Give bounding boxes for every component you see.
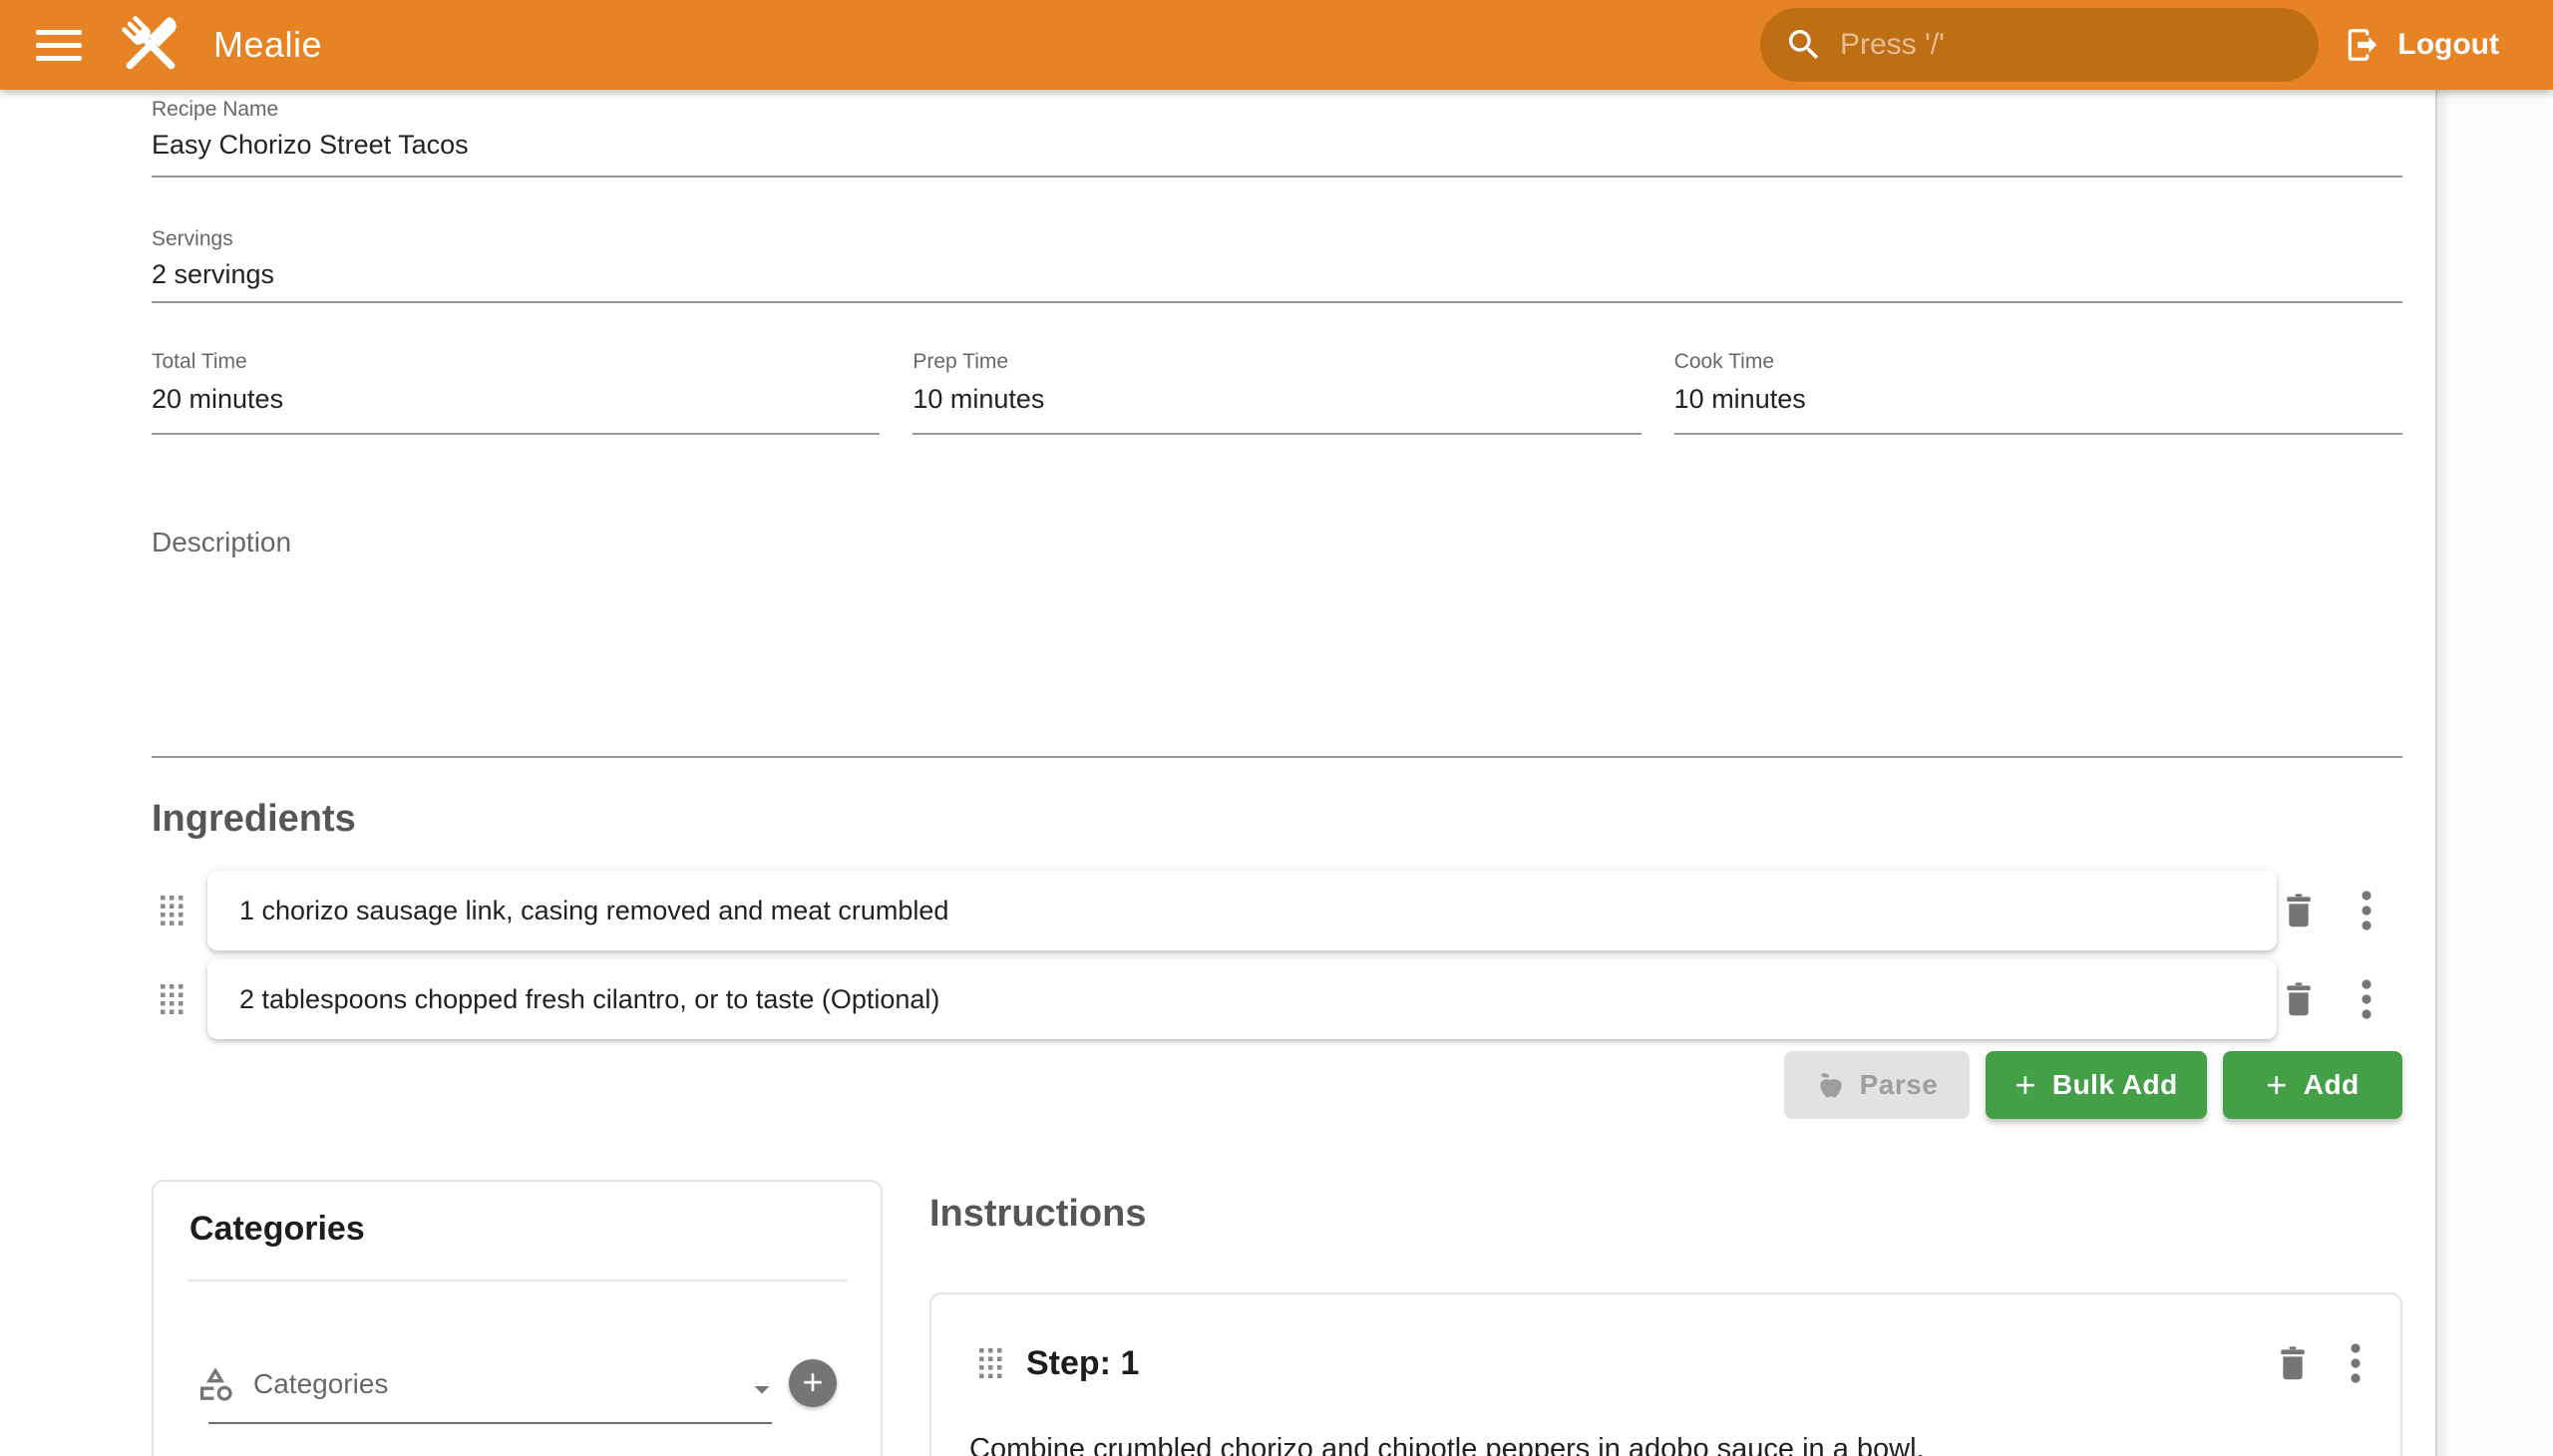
- categories-card-title: Categories: [189, 1210, 365, 1249]
- plus-icon: +: [802, 1364, 823, 1400]
- categories-card: Categories Categories +: [152, 1180, 883, 1456]
- cook-time-underline: [1674, 433, 2402, 435]
- drag-handle-icon[interactable]: [978, 1347, 1002, 1379]
- prep-time-underline: [912, 433, 1641, 435]
- page-gutter: [2435, 90, 2553, 1456]
- total-time-field[interactable]: Total Time 20 minutes: [152, 350, 880, 440]
- add-category-button[interactable]: +: [789, 1359, 837, 1407]
- app-title: Mealie: [213, 24, 322, 66]
- description-underline: [152, 756, 2402, 758]
- prep-time-field[interactable]: Prep Time 10 minutes: [912, 350, 1641, 440]
- servings-label: Servings: [152, 227, 233, 251]
- search-input[interactable]: [1840, 28, 2259, 62]
- servings-underline: [152, 301, 2402, 303]
- recipe-name-field[interactable]: Easy Chorizo Street Tacos: [152, 130, 469, 161]
- chevron-down-icon[interactable]: [744, 1371, 780, 1407]
- categories-select[interactable]: Categories: [195, 1351, 388, 1417]
- delete-ingredient-button[interactable]: [2281, 969, 2317, 1029]
- logout-label: Logout: [2397, 28, 2499, 62]
- categories-select-underline: [208, 1422, 772, 1424]
- prep-time-value[interactable]: 10 minutes: [912, 384, 1044, 415]
- shapes-icon: [195, 1364, 235, 1404]
- total-time-underline: [152, 433, 880, 435]
- ingredient-row: 1 chorizo sausage link, casing removed a…: [160, 871, 2402, 950]
- drag-handle-icon[interactable]: [160, 983, 183, 1015]
- ingredient-input[interactable]: 1 chorizo sausage link, casing removed a…: [207, 871, 2277, 950]
- delete-step-button[interactable]: [2275, 1333, 2311, 1393]
- instructions-heading: Instructions: [929, 1193, 1146, 1236]
- mealie-logo-icon: [114, 8, 187, 82]
- cook-time-field[interactable]: Cook Time 10 minutes: [1674, 350, 2402, 440]
- ingredient-text: 2 tablespoons chopped fresh cilantro, or…: [239, 984, 939, 1015]
- recipe-name-underline: [152, 176, 2402, 178]
- instruction-step-card: Step: 1 Combine crumbled chorizo and chi…: [929, 1292, 2402, 1456]
- ingredient-menu-kebab-icon[interactable]: [2349, 969, 2384, 1029]
- servings-field[interactable]: 2 servings: [152, 259, 274, 290]
- categories-select-label: Categories: [253, 1368, 388, 1400]
- ingredient-actions: Parse + Bulk Add + Add: [152, 1051, 2402, 1119]
- divider: [187, 1279, 847, 1281]
- step-header: Step: 1: [931, 1330, 2400, 1396]
- prep-time-label: Prep Time: [912, 350, 1641, 374]
- bulk-add-button[interactable]: + Bulk Add: [1986, 1051, 2207, 1119]
- description-textarea[interactable]: [152, 558, 2402, 754]
- total-time-label: Total Time: [152, 350, 880, 374]
- delete-ingredient-button[interactable]: [2281, 881, 2317, 940]
- ingredients-heading: Ingredients: [152, 798, 356, 841]
- hamburger-menu-icon[interactable]: [36, 22, 84, 68]
- bulk-add-label: Bulk Add: [2052, 1069, 2178, 1101]
- recipe-name-label: Recipe Name: [152, 98, 278, 122]
- ingredient-row: 2 tablespoons chopped fresh cilantro, or…: [160, 959, 2402, 1039]
- ingredient-input[interactable]: 2 tablespoons chopped fresh cilantro, or…: [207, 959, 2277, 1039]
- time-fields-row: Total Time 20 minutes Prep Time 10 minut…: [152, 350, 2402, 440]
- description-label: Description: [152, 527, 291, 558]
- cook-time-value[interactable]: 10 minutes: [1674, 384, 1806, 415]
- apple-icon: [1816, 1070, 1846, 1100]
- step-title: Step: 1: [1026, 1344, 1139, 1383]
- search-icon: [1784, 25, 1824, 65]
- plus-icon: +: [2014, 1067, 2036, 1103]
- ingredient-text: 1 chorizo sausage link, casing removed a…: [239, 896, 948, 926]
- step-text-input[interactable]: Combine crumbled chorizo and chipotle pe…: [969, 1428, 2346, 1456]
- parse-label: Parse: [1860, 1069, 1939, 1101]
- total-time-value[interactable]: 20 minutes: [152, 384, 283, 415]
- logout-icon: [2344, 26, 2381, 64]
- ingredient-menu-kebab-icon[interactable]: [2349, 881, 2384, 940]
- app-header: Mealie Logout: [0, 0, 2553, 90]
- parse-button[interactable]: Parse: [1784, 1051, 1970, 1119]
- add-label: Add: [2304, 1069, 2360, 1101]
- step-menu-kebab-icon[interactable]: [2338, 1333, 2373, 1393]
- add-ingredient-button[interactable]: + Add: [2223, 1051, 2402, 1119]
- plus-icon: +: [2266, 1067, 2288, 1103]
- search-bar[interactable]: [1760, 8, 2319, 82]
- recipe-editor: Recipe Name Easy Chorizo Street Tacos Se…: [0, 90, 2435, 1456]
- drag-handle-icon[interactable]: [160, 895, 183, 926]
- logout-button[interactable]: Logout: [2344, 0, 2499, 90]
- cook-time-label: Cook Time: [1674, 350, 2402, 374]
